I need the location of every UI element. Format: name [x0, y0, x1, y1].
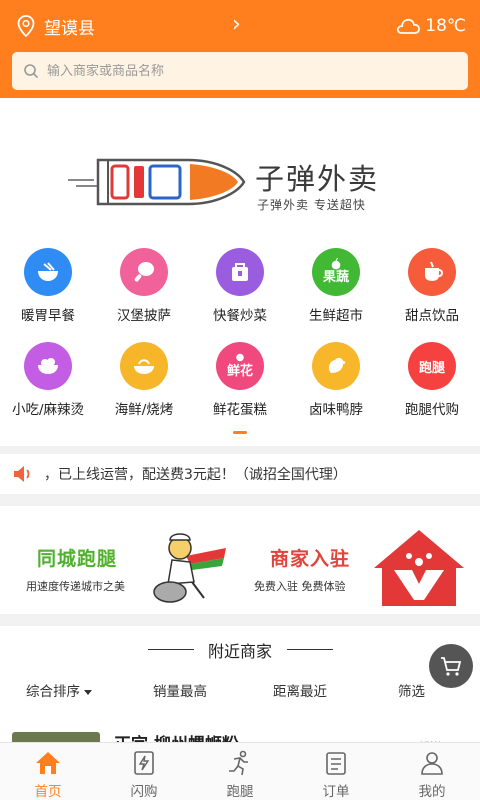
speaker-icon [14, 466, 30, 482]
category-badge: 跑腿 [418, 360, 445, 376]
home-icon [36, 752, 60, 774]
drumstick-icon [120, 248, 168, 296]
cart-icon [441, 657, 462, 676]
category-braised-duck[interactable]: 卤味鸭脖 [288, 322, 384, 418]
tab-profile[interactable]: 我的 [384, 743, 480, 800]
category-label: 鲜花蛋糕 [213, 402, 267, 418]
tab-label: 订单 [322, 784, 350, 800]
brand-banner: 子弹外卖 子弹外卖 专送超快 [0, 98, 480, 228]
header: 望谟县 › 18℃ [0, 0, 480, 98]
category-burger-pizza[interactable]: 汉堡披萨 [96, 228, 192, 324]
promo-merchant-subtitle: 免费入驻 免费体验 [254, 580, 346, 593]
search-icon [24, 64, 39, 79]
promo-errand-card[interactable]: 同城跑腿 用速度传递城市之美 [0, 506, 240, 614]
category-label: 快餐炒菜 [213, 308, 267, 324]
filter-label: 筛选 [398, 684, 425, 700]
caret-down-icon [84, 689, 92, 695]
category-grid: 暖胃早餐 汉堡披萨 快餐炒菜 果蔬 生鲜超市 甜点饮品 小吃/麻辣烫 海鲜/烧烤… [0, 228, 480, 446]
sort-sales[interactable]: 销量最高 [153, 680, 207, 700]
promo-errand-title: 同城跑腿 [37, 548, 118, 570]
category-snacks[interactable]: 小吃/麻辣烫 [0, 322, 96, 418]
nearby-section: 附近商家 综合排序 销量最高 距离最近 筛选 [0, 626, 480, 742]
category-badge: 果蔬 [322, 270, 349, 285]
temperature: 18℃ [425, 16, 466, 36]
promo-merchant-card[interactable]: 商家入驻 免费入驻 免费体验 [240, 506, 480, 614]
category-label: 跑腿代购 [405, 402, 459, 418]
tab-flash-buy[interactable]: 闪购 [96, 743, 192, 800]
brand-subtitle: 子弹外卖 专送超快 [257, 198, 366, 212]
duck-icon [312, 342, 360, 390]
promo-errand-subtitle: 用速度传递城市之美 [26, 580, 125, 593]
location-pin-icon [17, 15, 35, 38]
category-label: 暖胃早餐 [21, 308, 75, 324]
location-name: 望谟县 [44, 18, 95, 39]
salad-bowl-icon [24, 342, 72, 390]
notice-text: ，已上线运营，配送费3元起！（诚招全国代理） [44, 467, 347, 483]
category-fresh-market[interactable]: 果蔬 生鲜超市 [288, 228, 384, 324]
chevron-right-icon[interactable]: › [232, 12, 252, 40]
cart-button[interactable] [429, 644, 473, 688]
cup-icon [408, 248, 456, 296]
promo-section: 同城跑腿 用速度传递城市之美 商家入驻 免费入驻 免费体验 [0, 506, 480, 614]
search-bar[interactable] [12, 52, 468, 90]
weather: 18℃ [395, 12, 466, 40]
sort-default[interactable]: 综合排序 [26, 680, 92, 700]
sort-distance[interactable]: 距离最近 [273, 680, 327, 700]
runner-icon [229, 750, 248, 776]
tab-label: 首页 [34, 784, 62, 800]
category-dessert-drinks[interactable]: 甜点饮品 [384, 228, 480, 324]
flower-icon: 鲜花 [216, 342, 264, 390]
location-selector[interactable]: 望谟县 [16, 12, 95, 40]
notice-bar[interactable]: ，已上线运营，配送费3元起！（诚招全国代理） [0, 454, 480, 494]
page-indicator [233, 431, 247, 434]
category-seafood-bbq[interactable]: 海鲜/烧烤 [96, 322, 192, 418]
tab-label: 我的 [418, 784, 446, 800]
category-fast-food[interactable]: 快餐炒菜 [192, 228, 288, 324]
filter-button[interactable]: 筛选 [398, 680, 425, 700]
user-icon [421, 752, 443, 775]
category-label: 卤味鸭脖 [309, 402, 363, 418]
tab-home[interactable]: 首页 [0, 743, 96, 800]
seafood-plate-icon [120, 342, 168, 390]
category-label: 生鲜超市 [309, 308, 363, 324]
category-label: 甜点饮品 [405, 308, 459, 324]
brand-title: 子弹外卖 [255, 162, 380, 196]
category-label: 小吃/麻辣烫 [11, 402, 85, 418]
bowl-icon [24, 248, 72, 296]
apple-icon: 果蔬 [312, 248, 360, 296]
sort-label: 综合排序 [26, 684, 80, 700]
app-screen: 望谟县 › 18℃ 子弹外卖 子弹外卖 专送超快 [0, 0, 480, 800]
nearby-title: 附近商家 [207, 642, 272, 661]
tab-errand[interactable]: 跑腿 [192, 743, 288, 800]
cloud-icon [397, 18, 421, 34]
divider [287, 649, 333, 650]
order-list-icon [326, 752, 346, 775]
promo-merchant-title: 商家入驻 [270, 548, 351, 570]
category-label: 汉堡披萨 [117, 308, 171, 324]
tab-label: 跑腿 [226, 784, 254, 800]
flash-buy-icon [134, 751, 154, 775]
category-breakfast[interactable]: 暖胃早餐 [0, 228, 96, 324]
sort-label: 距离最近 [273, 684, 327, 700]
category-badge: 鲜花 [226, 364, 253, 379]
sort-label: 销量最高 [153, 684, 207, 700]
takeout-box-icon [216, 248, 264, 296]
bullet-logo-icon [68, 158, 246, 206]
category-errand[interactable]: 跑腿 跑腿代购 [384, 322, 480, 418]
category-flowers-cake[interactable]: 鲜花 鲜花蛋糕 [192, 322, 288, 418]
category-label: 海鲜/烧烤 [114, 402, 174, 418]
tab-label: 闪购 [130, 784, 158, 800]
bottom-tabbar: 首页 闪购 跑腿 订单 我的 [0, 742, 480, 800]
tab-orders[interactable]: 订单 [288, 743, 384, 800]
delivery-runner-icon [153, 533, 226, 603]
errand-icon: 跑腿 [408, 342, 456, 390]
house-icon [374, 530, 464, 606]
search-input[interactable] [47, 63, 447, 79]
